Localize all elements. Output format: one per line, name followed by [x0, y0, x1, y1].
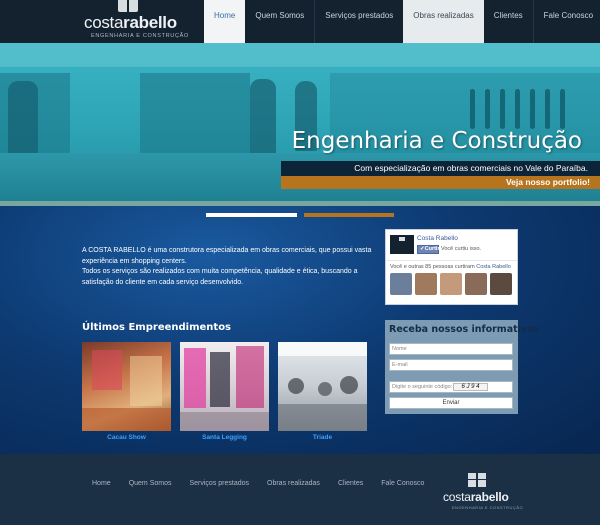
main-nav: Home Quem Somos Serviços prestados Obras…: [204, 0, 600, 43]
footer-nav: Home Quem Somos Serviços prestados Obras…: [92, 480, 442, 487]
nav-item-fale-conosco[interactable]: Fale Conosco: [532, 0, 600, 43]
newsletter-email-input[interactable]: E-mail: [389, 359, 513, 371]
photo-counter: [82, 408, 171, 431]
facebook-fan-avatar[interactable]: [440, 273, 462, 295]
logo-box-icon: [468, 473, 486, 487]
footer-nav-fale-conosco[interactable]: Fale Conosco: [381, 480, 424, 487]
project-image[interactable]: [180, 342, 269, 431]
project-image[interactable]: [82, 342, 171, 431]
project-card[interactable]: Triade: [278, 342, 367, 441]
hero-subtitle: Com especialização em obras comerciais n…: [354, 163, 588, 173]
hero-photo-guitar: [485, 89, 490, 129]
newsletter-submit-button[interactable]: Enviar: [389, 397, 513, 409]
project-caption[interactable]: Cacau Show: [82, 434, 171, 441]
footer-nav-obras[interactable]: Obras realizadas: [267, 480, 320, 487]
facebook-fan-avatar[interactable]: [465, 273, 487, 295]
newsletter-title: Receba nossos informativos: [389, 324, 540, 335]
projects-title: Últimos Empreendimentos: [82, 322, 232, 333]
about-paragraph-1: A COSTA RABELLO é uma construtora especi…: [82, 247, 372, 265]
project-caption[interactable]: Santa Legging: [180, 434, 269, 441]
hero-photo-guitar: [530, 89, 535, 129]
photo-drum: [288, 378, 304, 394]
divider: [386, 260, 517, 261]
photo-clothes: [184, 348, 206, 408]
nav-item-clientes[interactable]: Clientes: [484, 0, 533, 43]
nav-item-home[interactable]: Home: [204, 0, 246, 43]
hero-ceiling: [0, 43, 600, 67]
project-image[interactable]: [278, 342, 367, 431]
site-header: costarabello ENGENHARIA E CONSTRUÇÃO Hom…: [0, 0, 600, 43]
facebook-like-box: Costa Rabello ✓Curtir Você curtiu isso. …: [385, 229, 518, 305]
photo-shelf: [92, 350, 122, 390]
nav-item-obras[interactable]: Obras realizadas: [403, 0, 484, 43]
slide-indicator-1[interactable]: [206, 213, 297, 217]
photo-ceiling: [278, 342, 367, 356]
hero-cta[interactable]: Veja nosso portfolio!: [506, 177, 590, 187]
logo-text: costarabello: [84, 13, 177, 32]
facebook-page-link[interactable]: Costa Rabello: [476, 264, 511, 270]
hero-subtitle-bar: Com especialização em obras comerciais n…: [281, 161, 600, 176]
hero-photo-guitar: [560, 89, 565, 129]
facebook-faces: [390, 273, 512, 295]
facebook-like-count: Você e outras 85 pessoas curtiram Costa …: [390, 264, 511, 270]
facebook-like-button[interactable]: ✓Curtir: [417, 245, 440, 254]
facebook-fan-avatar[interactable]: [390, 273, 412, 295]
about-paragraph-2: Todos os serviços são realizados com mui…: [82, 268, 358, 286]
footer-nav-servicos[interactable]: Serviços prestados: [189, 480, 249, 487]
facebook-liked-text: Você curtiu isso.: [441, 246, 482, 252]
slide-indicator-2[interactable]: [304, 213, 394, 217]
newsletter-captcha-input[interactable]: Digite o seguinte código: 6 J 9 4: [389, 381, 513, 393]
footer-nav-home[interactable]: Home: [92, 480, 111, 487]
about-text: A COSTA RABELLO é uma construtora especi…: [82, 246, 372, 288]
logo-tagline: ENGENHARIA E CONSTRUÇÃO: [91, 33, 190, 39]
footer-logo[interactable]: costarabello ENGENHARIA E CONSTRUÇÃO: [443, 473, 523, 513]
logo-box-icon: [118, 0, 138, 12]
captcha-label: Digite o seguinte código:: [392, 384, 453, 390]
photo-floor: [278, 404, 367, 431]
facebook-page-name[interactable]: Costa Rabello: [417, 235, 458, 242]
photo-floor: [180, 412, 269, 431]
hero-photo-guitar: [500, 89, 505, 129]
footer-logo-tagline: ENGENHARIA E CONSTRUÇÃO: [452, 505, 524, 510]
hero-cta-bar[interactable]: Veja nosso portfolio!: [281, 176, 600, 189]
newsletter-box: Receba nossos informativos Nome E-mail D…: [385, 320, 539, 414]
facebook-fan-avatar[interactable]: [415, 273, 437, 295]
site-footer: Home Quem Somos Serviços prestados Obras…: [0, 454, 600, 525]
facebook-page-avatar[interactable]: [390, 235, 414, 254]
photo-drum: [318, 382, 332, 396]
nav-item-servicos[interactable]: Serviços prestados: [314, 0, 403, 43]
main-content: A COSTA RABELLO é uma construtora especi…: [0, 206, 600, 454]
photo-clothes: [210, 352, 230, 407]
hero-photo-rack: [140, 73, 250, 153]
photo-drum: [340, 376, 358, 394]
site-logo[interactable]: costarabello ENGENHARIA E CONSTRUÇÃO: [84, 0, 188, 43]
photo-shelf: [130, 356, 162, 406]
hero-photo-guitar: [470, 89, 475, 129]
facebook-fan-avatar[interactable]: [490, 273, 512, 295]
project-caption[interactable]: Triade: [278, 434, 367, 441]
nav-item-quem-somos[interactable]: Quem Somos: [245, 0, 314, 43]
photo-clothes: [236, 346, 264, 408]
hero-banner[interactable]: Engenharia e Construção Com especializaç…: [0, 43, 600, 206]
hero-photo-guitar: [545, 89, 550, 129]
footer-logo-text: costarabello: [443, 490, 509, 504]
captcha-image: 6 J 9 4: [453, 383, 488, 391]
newsletter-name-input[interactable]: Nome: [389, 343, 513, 355]
footer-nav-clientes[interactable]: Clientes: [338, 480, 363, 487]
footer-nav-quem-somos[interactable]: Quem Somos: [129, 480, 172, 487]
project-card[interactable]: Cacau Show: [82, 342, 171, 441]
hero-title: Engenharia e Construção: [291, 128, 582, 154]
hero-photo-guitar: [515, 89, 520, 129]
project-card[interactable]: Santa Legging: [180, 342, 269, 441]
